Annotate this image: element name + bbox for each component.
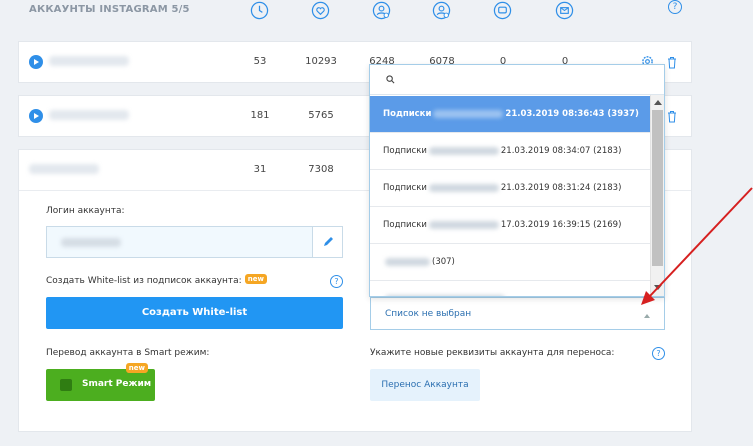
item-blurred-name (433, 109, 504, 118)
item-blurred-name (385, 294, 505, 296)
clock-icon[interactable] (250, 1, 269, 20)
new-badge: new (244, 274, 267, 284)
item-prefix: Подписки (383, 146, 427, 156)
stat-value: 7308 (308, 164, 334, 175)
stat-value: 5765 (308, 110, 334, 121)
pencil-icon (324, 237, 333, 246)
trash-icon[interactable] (667, 110, 677, 123)
item-prefix: Подписки (383, 183, 427, 193)
whitelist-label-text: Создать White-list из подписок аккаунта: (46, 276, 242, 286)
transfer-label: Укажите новые реквизиты аккаунта для пер… (370, 348, 615, 358)
account-login-blurred (29, 164, 99, 174)
comment-icon[interactable] (493, 1, 512, 20)
whitelist-select[interactable]: Список не выбран (370, 297, 665, 330)
stat-value: 10293 (305, 56, 337, 67)
select-value: Список не выбран (385, 309, 472, 319)
follow-user-icon[interactable] (372, 1, 391, 20)
dropdown-scrollbar[interactable] (650, 95, 664, 296)
whitelist-label: Создать White-list из подписок аккаунта:… (46, 274, 267, 286)
dropdown-item[interactable]: Подписки 21.03.2019 08:31:24 (2183) (370, 170, 650, 207)
dropdown-search-input[interactable] (370, 65, 664, 95)
accounts-header: АККАУНТЫ INSTAGRAM 5/5 ? (18, 0, 693, 32)
scroll-up-icon[interactable] (654, 100, 662, 105)
caret-up-icon (644, 314, 650, 318)
smart-mode-label: Smart Режим (82, 379, 152, 389)
help-icon[interactable]: ? (652, 347, 665, 360)
dropdown-item[interactable] (370, 281, 650, 296)
stat-value: 53 (253, 56, 267, 67)
item-suffix: 21.03.2019 08:31:24 (2183) (500, 183, 622, 193)
item-suffix: (307) (432, 257, 455, 267)
account-login-blurred (49, 56, 129, 66)
mail-icon[interactable] (555, 1, 574, 20)
stat-value: 31 (253, 164, 267, 175)
new-badge: new (125, 363, 148, 373)
item-blurred-name (428, 146, 499, 155)
dropdown-item[interactable]: (307) (370, 244, 650, 281)
smart-mode-button[interactable]: Smart Режим new (46, 363, 155, 401)
scrollbar-thumb[interactable] (652, 110, 663, 266)
scroll-down-icon[interactable] (654, 285, 662, 290)
smart-label: Перевод аккаунта в Smart режим: (46, 348, 210, 358)
play-icon[interactable] (29, 55, 43, 69)
search-icon (386, 75, 395, 84)
login-label: Логин аккаунта: (46, 206, 125, 216)
trash-icon[interactable] (667, 56, 677, 69)
transfer-account-button[interactable]: Перенос Аккаунта (370, 369, 480, 401)
account-login-blurred (49, 110, 129, 120)
heart-icon[interactable] (311, 1, 330, 20)
item-blurred-name (428, 220, 499, 229)
item-prefix: Подписки (383, 109, 432, 119)
item-suffix: 17.03.2019 16:39:15 (2169) (500, 220, 622, 230)
dropdown-item[interactable]: Подписки 21.03.2019 08:34:07 (2183) (370, 133, 650, 170)
help-icon[interactable]: ? (668, 0, 682, 14)
toggle-square-icon (60, 379, 72, 391)
login-value-blurred (61, 238, 121, 247)
page-title: АККАУНТЫ INSTAGRAM 5/5 (29, 4, 190, 15)
whitelist-dropdown[interactable]: Подписки 21.03.2019 08:36:43 (3937) Подпи… (369, 64, 665, 297)
accounts-panel: АККАУНТЫ INSTAGRAM 5/5 ? 53 10293 6248 6… (0, 0, 708, 446)
dropdown-item[interactable]: Подписки 17.03.2019 16:39:15 (2169) (370, 207, 650, 244)
item-suffix: 21.03.2019 08:36:43 (3937) (505, 109, 639, 119)
stat-value: 181 (250, 110, 270, 121)
create-whitelist-button[interactable]: Создать White-list (46, 297, 343, 329)
item-suffix: 21.03.2019 08:34:07 (2183) (500, 146, 622, 156)
unfollow-user-icon[interactable] (432, 1, 451, 20)
login-input[interactable] (46, 226, 343, 258)
edit-button[interactable] (312, 227, 342, 257)
item-prefix: Подписки (383, 220, 427, 230)
dropdown-item[interactable]: Подписки 21.03.2019 08:36:43 (3937) (370, 96, 650, 133)
item-blurred-name (428, 183, 499, 192)
play-icon[interactable] (29, 109, 43, 123)
item-blurred-name (385, 257, 430, 266)
help-icon[interactable]: ? (330, 275, 343, 288)
